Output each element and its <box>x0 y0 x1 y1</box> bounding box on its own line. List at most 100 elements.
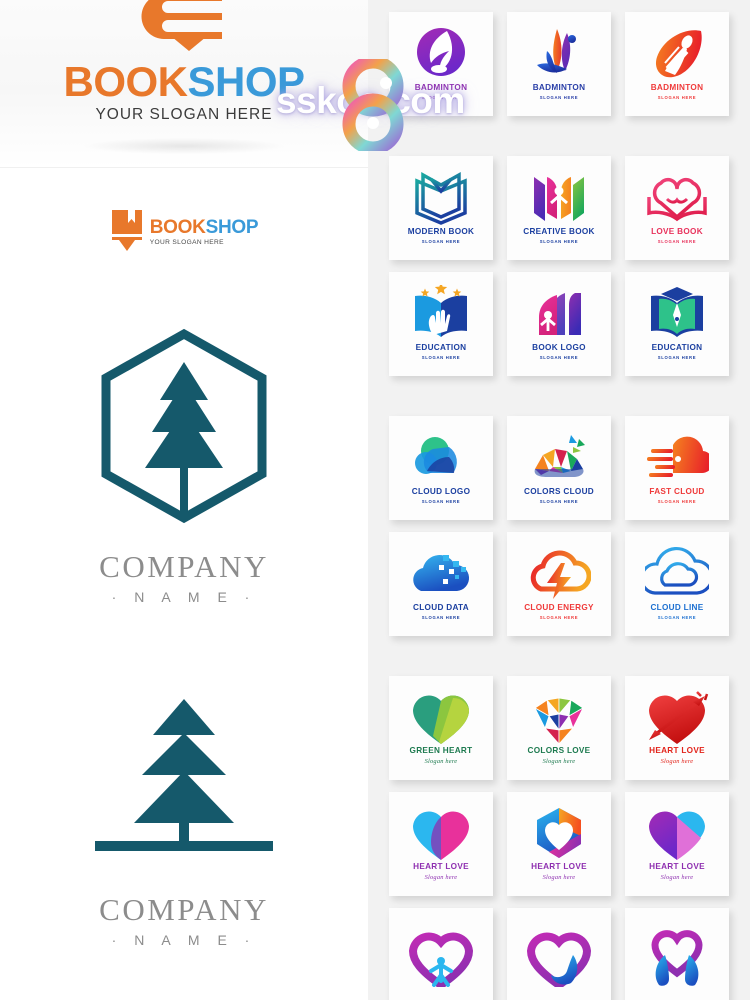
cloud-pixel-data-icon <box>409 548 473 600</box>
logo-card[interactable]: BADMINTON SLOGAN HERE <box>625 12 729 116</box>
logo-card-slogan: SLOGAN HERE <box>657 94 697 100</box>
logo-card[interactable]: CLOUD LINE SLOGAN HERE <box>625 532 729 636</box>
logo-card-title: COLORS LOVE <box>527 746 591 756</box>
logo-row: CLOUD LOGO SLOGAN HERE COLORS CLOUD SLOGAN … <box>368 410 750 526</box>
logo-row: HEART LOVE Slogan here HEART LOVE Slogan he… <box>368 786 750 902</box>
heart-overlap-blue-pink-icon <box>409 807 473 861</box>
logo-card-slogan: Slogan here <box>660 757 694 765</box>
hex-tree-company-block: COMPANY · N A M E · <box>99 551 269 605</box>
logo-row: CLOUD DATA SLOGAN HERE CLOUD ENERGY SLOGAN … <box>368 526 750 642</box>
logo-card[interactable] <box>625 908 729 1000</box>
logo-card-title: EDUCATION <box>415 343 467 353</box>
logo-card[interactable]: FAST CLOUD SLOGAN HERE <box>625 416 729 520</box>
heart-hand-care-icon <box>527 932 591 987</box>
logo-row: GREEN HEART Slogan here COLORS LOVE Slogan … <box>368 670 750 786</box>
logo-card-title: BOOK LOGO <box>532 343 586 353</box>
logo-card-title: GREEN HEART <box>409 746 473 756</box>
logo-card-title: CLOUD DATA <box>413 603 469 613</box>
heart-purple-fold-icon <box>645 807 709 861</box>
logo-card[interactable]: HEART LOVE Slogan here <box>625 676 729 780</box>
heart-two-hands-icon <box>645 930 709 986</box>
logo-card-title: CLOUD LINE <box>650 603 704 613</box>
company-subtitle-2: · N A M E · <box>111 931 257 948</box>
logo-card[interactable]: MODERN BOOK SLOGAN HERE <box>389 156 493 260</box>
bookshop-book-icon <box>110 208 144 257</box>
logo-card[interactable]: CLOUD ENERGY SLOGAN HERE <box>507 532 611 636</box>
badminton-logos: BADMINTON SLOGAN HERE BADMINTON SLOGAN HERE… <box>368 0 750 136</box>
logo-card-slogan: Slogan here <box>424 873 458 881</box>
book-logos: MODERN BOOK SLOGAN HERE CREATIVE BOOK SLOGA… <box>368 144 750 396</box>
logo-card-slogan: SLOGAN HERE <box>657 238 697 244</box>
logo-row: EDUCATION SLOGAN HERE BOOK LOGO SLOGAN HERE… <box>368 266 750 382</box>
lockup-word-secondary: SHOP <box>205 217 259 238</box>
heart-hexagon-ribbon-icon <box>527 807 591 859</box>
logo-card[interactable]: HEART LOVE Slogan here <box>389 792 493 896</box>
logo-card[interactable]: CREATIVE BOOK SLOGAN HERE <box>507 156 611 260</box>
logo-card-slogan: SLOGAN HERE <box>539 94 579 100</box>
stacked-pine-tree-icon <box>81 689 287 872</box>
badminton-shuttle-circle-icon <box>409 28 473 80</box>
book-stars-hand-icon <box>409 285 473 340</box>
logo-card-slogan: Slogan here <box>542 873 576 881</box>
logo-card[interactable]: BOOK LOGO SLOGAN HERE <box>507 272 611 376</box>
bookshop-lockup-wordmark: BOOKSHOP <box>149 217 259 238</box>
company-title-2: COMPANY <box>99 891 269 927</box>
logo-card-title: HEART LOVE <box>649 862 705 872</box>
logo-card-title: EDUCATION <box>651 343 703 353</box>
logo-card[interactable]: CLOUD DATA SLOGAN HERE <box>389 532 493 636</box>
logo-card-slogan: SLOGAN HERE <box>539 614 579 620</box>
logo-card[interactable]: COLORS LOVE Slogan here <box>507 676 611 780</box>
logo-card-title: MODERN BOOK <box>407 227 475 237</box>
logo-card[interactable]: EDUCATION SLOGAN HERE <box>625 272 729 376</box>
logo-card[interactable] <box>389 908 493 1000</box>
logo-row: MODERN BOOK SLOGAN HERE CREATIVE BOOK SLOGA… <box>368 150 750 266</box>
logo-card[interactable]: EDUCATION SLOGAN HERE <box>389 272 493 376</box>
logo-row: BADMINTON SLOGAN HERE BADMINTON SLOGAN HERE… <box>368 6 750 122</box>
logo-card[interactable]: HEART LOVE Slogan here <box>625 792 729 896</box>
logo-card[interactable]: HEART LOVE Slogan here <box>507 792 611 896</box>
logo-card-title: CLOUD LOGO <box>411 487 471 497</box>
bookshop-hero-wordmark: BOOKSHOP <box>63 58 305 105</box>
logo-card-slogan: SLOGAN HERE <box>421 94 461 100</box>
book-heart-outline-icon <box>645 172 709 224</box>
logo-card[interactable] <box>507 908 611 1000</box>
logo-card-title: HEART LOVE <box>531 862 587 872</box>
logo-card-title: HEART LOVE <box>649 746 705 756</box>
lockup-word-primary: BOOK <box>149 217 206 238</box>
logo-card-slogan: SLOGAN HERE <box>657 498 697 504</box>
logo-card[interactable]: BADMINTON SLOGAN HERE <box>389 12 493 116</box>
hexagon-pine-tree-icon <box>96 328 272 529</box>
logo-card[interactable]: COLORS CLOUD SLOGAN HERE <box>507 416 611 520</box>
logo-card-slogan: SLOGAN HERE <box>657 354 697 360</box>
bookshop-hero-slogan: YOUR SLOGAN HERE <box>95 106 273 123</box>
bookshop-lockup: BOOKSHOP YOUR SLOGAN HERE <box>110 208 259 257</box>
logo-card[interactable]: LOVE BOOK SLOGAN HERE <box>625 156 729 260</box>
screenshot-stage: BOOKSHOP YOUR SLOGAN HERE BOOKSHOP YOUR … <box>0 0 750 1000</box>
badminton-player-swoosh-icon <box>527 28 591 80</box>
cloud-logos: CLOUD LOGO SLOGAN HERE COLORS CLOUD SLOGAN … <box>368 404 750 656</box>
heart-diamond-colorful-icon <box>527 691 591 746</box>
logo-card-slogan: Slogan here <box>424 757 458 765</box>
hex-tree-logo-section: COMPANY · N A M E · <box>0 296 368 636</box>
logo-card-slogan: SLOGAN HERE <box>539 238 579 244</box>
bookshop-word-secondary: SHOP <box>187 58 305 105</box>
logo-card-slogan: SLOGAN HERE <box>421 354 461 360</box>
book-person-colorful-icon <box>527 172 591 224</box>
logo-card-title: BADMINTON <box>650 83 704 93</box>
logo-card-title: LOVE BOOK <box>651 227 703 237</box>
logo-row <box>368 902 750 1000</box>
logo-card-slogan: SLOGAN HERE <box>539 498 579 504</box>
heart-green-icon <box>409 691 473 745</box>
logo-card-slogan: SLOGAN HERE <box>421 238 461 244</box>
badminton-shuttlecock-flame-icon <box>645 28 709 80</box>
logo-card-slogan: Slogan here <box>660 873 694 881</box>
logo-card[interactable]: GREEN HEART Slogan here <box>389 676 493 780</box>
logo-card-title: CLOUD ENERGY <box>524 603 594 613</box>
logo-card[interactable]: BADMINTON SLOGAN HERE <box>507 12 611 116</box>
logo-card-title: HEART LOVE <box>413 862 469 872</box>
logo-card-title: COLORS CLOUD <box>523 487 594 497</box>
logo-card[interactable]: CLOUD LOGO SLOGAN HERE <box>389 416 493 520</box>
heart-arrow-icon <box>645 691 709 745</box>
logo-card-slogan: Slogan here <box>542 757 576 765</box>
heart-logos: GREEN HEART Slogan here COLORS LOVE Slogan … <box>368 664 750 1000</box>
